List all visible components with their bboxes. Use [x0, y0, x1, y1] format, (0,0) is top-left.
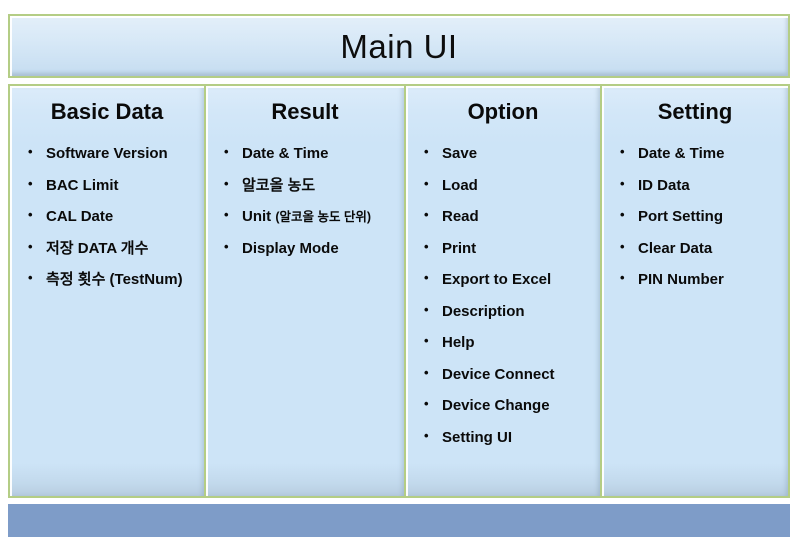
list-item[interactable]: Read: [406, 208, 600, 226]
list-item[interactable]: PIN Number: [602, 271, 788, 289]
column-list-result: Date & Time 알코올 농도 Unit (알코올 농도 단위) Disp…: [206, 145, 404, 258]
column-option: Option Save Load Read Print Export to Ex…: [404, 86, 600, 496]
list-item[interactable]: Device Connect: [406, 366, 600, 384]
list-item[interactable]: 알코올 농도: [206, 177, 404, 195]
column-list-setting: Date & Time ID Data Port Setting Clear D…: [602, 145, 788, 289]
list-item[interactable]: 측정 횟수 (TestNum): [10, 271, 204, 289]
column-basic-data: Basic Data Software Version BAC Limit CA…: [10, 86, 204, 496]
list-item[interactable]: Description: [406, 303, 600, 321]
list-item[interactable]: 저장 DATA 개수: [10, 240, 204, 258]
list-item[interactable]: Display Mode: [206, 240, 404, 258]
list-item[interactable]: Device Change: [406, 397, 600, 415]
main-title-banner: Main UI: [8, 14, 790, 78]
column-title-result: Result: [271, 99, 339, 124]
list-item-note: (알코올 농도 단위): [275, 210, 372, 225]
list-item[interactable]: ID Data: [602, 177, 788, 195]
list-item[interactable]: Software Version: [10, 145, 204, 163]
list-item-label: Unit: [242, 208, 276, 226]
list-item[interactable]: Clear Data: [602, 240, 788, 258]
column-setting: Setting Date & Time ID Data Port Setting…: [600, 86, 788, 496]
columns-container: Basic Data Software Version BAC Limit CA…: [8, 84, 790, 498]
list-item[interactable]: Setting UI: [406, 429, 600, 447]
slide-canvas: Main UI Basic Data Software Version BAC …: [0, 0, 798, 545]
list-item[interactable]: Date & Time: [602, 145, 788, 163]
column-title-option: Option: [467, 99, 539, 124]
column-list-basic-data: Software Version BAC Limit CAL Date 저장 D…: [10, 145, 204, 289]
list-item[interactable]: Port Setting: [602, 208, 788, 226]
column-result: Result Date & Time 알코올 농도 Unit (알코올 농도 단…: [204, 86, 404, 496]
list-item[interactable]: Load: [406, 177, 600, 195]
column-title-setting: Setting: [657, 99, 733, 124]
list-item[interactable]: Print: [406, 240, 600, 258]
list-item[interactable]: Save: [406, 145, 600, 163]
list-item[interactable]: CAL Date: [10, 208, 204, 226]
list-item[interactable]: Help: [406, 334, 600, 352]
list-item[interactable]: BAC Limit: [10, 177, 204, 195]
page-title: Main UI: [340, 27, 458, 65]
list-item[interactable]: Unit (알코올 농도 단위): [206, 208, 404, 226]
list-item[interactable]: Export to Excel: [406, 271, 600, 289]
column-list-option: Save Load Read Print Export to Excel Des…: [406, 145, 600, 447]
column-title-basic-data: Basic Data: [50, 99, 164, 124]
footer-bar: [8, 504, 790, 537]
list-item[interactable]: Date & Time: [206, 145, 404, 163]
